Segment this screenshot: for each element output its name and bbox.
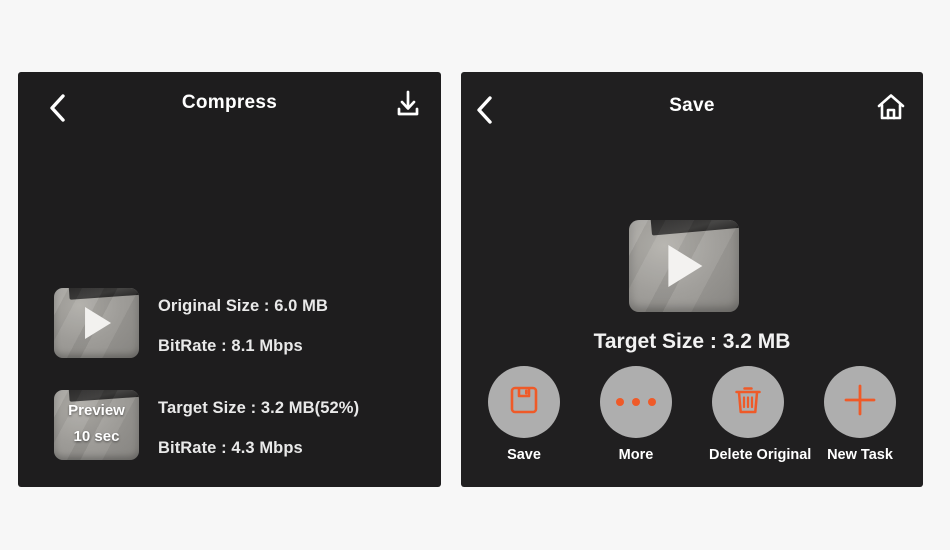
screenshot-stage: Compress Original Size : 6.0 MB BitRate … — [0, 0, 950, 550]
action-button-row: Save More Delete Original New Task — [485, 366, 899, 463]
delete-original-button[interactable]: Delete Original — [709, 366, 812, 463]
target-size-text: Target Size : 3.2 MB — [593, 330, 791, 353]
save-header: Save — [461, 72, 923, 134]
delete-original-button-label: Delete Original — [709, 447, 812, 463]
save-button-label: Save — [507, 447, 541, 463]
compress-screen: Compress Original Size : 6.0 MB BitRate … — [18, 72, 441, 487]
original-video-thumbnail[interactable] — [54, 288, 139, 358]
new-task-button-circle[interactable] — [824, 366, 896, 438]
play-icon — [668, 245, 703, 287]
save-screen: Save Target Size : 3.2 MB Save More Dele… — [461, 72, 923, 487]
more-button-circle[interactable] — [600, 366, 672, 438]
preview-video-thumbnail[interactable]: Preview 10 sec — [54, 390, 139, 460]
page-title: Compress — [181, 92, 278, 113]
target-bitrate-text: BitRate : 4.3 Mbps — [158, 439, 303, 457]
preview-duration-label: 10 sec — [73, 428, 120, 445]
target-size-text: Target Size : 3.2 MB(52%) — [158, 399, 360, 417]
trash-icon — [730, 382, 766, 423]
save-button[interactable]: Save — [485, 366, 563, 463]
page-title: Save — [669, 95, 715, 116]
floppy-disk-icon — [506, 382, 542, 423]
saved-video-thumbnail[interactable] — [629, 220, 739, 312]
thumbnail-texture — [54, 390, 139, 460]
delete-original-button-circle[interactable] — [712, 366, 784, 438]
new-task-button-label: New Task — [827, 447, 893, 463]
download-icon[interactable] — [393, 88, 423, 125]
compress-header: Compress — [18, 72, 441, 134]
ellipsis-icon — [616, 398, 656, 406]
original-size-text: Original Size : 6.0 MB — [158, 297, 328, 315]
save-button-circle[interactable] — [488, 366, 560, 438]
home-icon[interactable] — [875, 91, 907, 128]
more-button[interactable]: More — [597, 366, 675, 463]
plus-icon — [840, 380, 880, 425]
preview-label: Preview — [68, 402, 125, 419]
more-button-label: More — [618, 447, 654, 463]
original-bitrate-text: BitRate : 8.1 Mbps — [158, 337, 303, 355]
new-task-button[interactable]: New Task — [821, 366, 899, 463]
play-icon — [84, 307, 111, 339]
